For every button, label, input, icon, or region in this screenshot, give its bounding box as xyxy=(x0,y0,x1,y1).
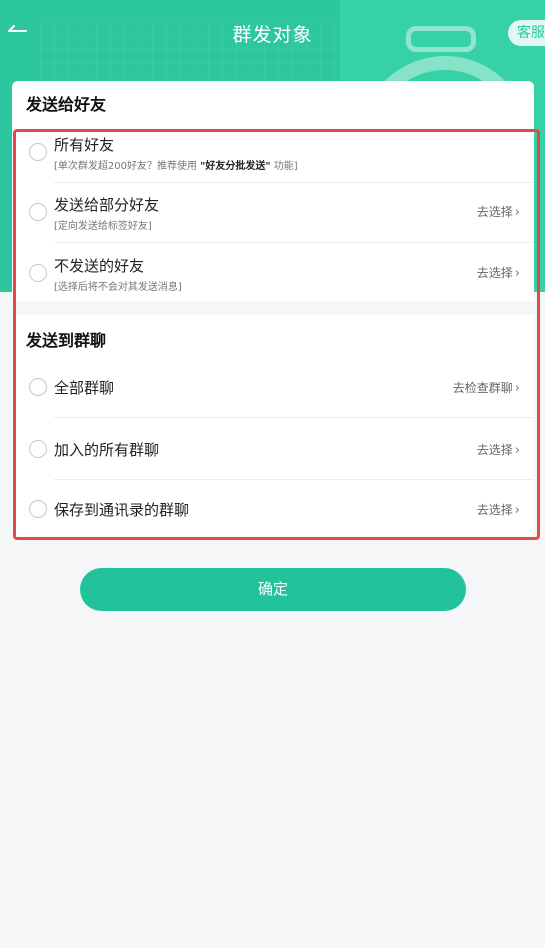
option-joined-groups[interactable]: 加入的所有群聊 去选择 › xyxy=(12,429,534,479)
option-subtitle: [单次群发超200好友？推荐使用 "好友分批发送" 功能] xyxy=(54,157,298,172)
option-saved-groups[interactable]: 保存到通讯录的群聊 去选择 › xyxy=(12,489,534,535)
option-title: 保存到通讯录的群聊 xyxy=(54,501,190,519)
check-groups-label: 去检查群聊 xyxy=(452,381,513,395)
friends-section-heading: 发送给好友 xyxy=(26,95,107,114)
select-action[interactable]: 去选择 › xyxy=(477,441,520,458)
option-subtitle: [定向发送给标签好友] xyxy=(54,221,152,232)
radio-button[interactable] xyxy=(29,143,47,161)
subtitle-text-end: 功能] xyxy=(270,161,298,172)
select-action[interactable]: 去选择 › xyxy=(477,264,520,281)
option-title: 不发送的好友 xyxy=(54,257,145,275)
section-gap xyxy=(12,301,534,315)
top-bar: 群发对象 客服 xyxy=(0,0,545,66)
select-action[interactable]: 去选择 › xyxy=(477,203,520,220)
chevron-right-icon: › xyxy=(514,503,520,518)
radio-button[interactable] xyxy=(29,500,47,518)
option-title: 发送给部分好友 xyxy=(54,196,160,214)
confirm-button[interactable]: 确定 xyxy=(80,568,466,611)
subtitle-text: [单次群发超200好友？推荐使用 xyxy=(54,161,201,172)
select-action-label: 去选择 xyxy=(476,266,513,280)
option-title: 加入的所有群聊 xyxy=(54,441,160,459)
select-action[interactable]: 去选择 › xyxy=(477,501,520,518)
select-action-label: 去选择 xyxy=(476,503,513,517)
radio-button[interactable] xyxy=(29,378,47,396)
select-action-label: 去选择 xyxy=(476,205,513,219)
option-all-groups[interactable]: 全部群聊 去检查群聊 › xyxy=(12,367,534,417)
target-selection-card: 发送给好友 所有好友 [单次群发超200好友？推荐使用 "好友分批发送" 功能]… xyxy=(12,81,534,537)
chevron-right-icon: › xyxy=(514,266,520,281)
customer-service-button[interactable]: 客服 xyxy=(508,20,545,46)
option-subtitle: [选择后将不会对其发送消息] xyxy=(54,282,182,293)
groups-section-heading: 发送到群聊 xyxy=(26,331,107,350)
radio-button[interactable] xyxy=(29,440,47,458)
chevron-right-icon: › xyxy=(514,443,520,458)
divider xyxy=(54,242,534,243)
batch-send-link[interactable]: "好友分批发送" xyxy=(200,161,270,172)
option-title: 全部群聊 xyxy=(54,379,115,397)
option-excluded-friends[interactable]: 不发送的好友 [选择后将不会对其发送消息] 去选择 › xyxy=(12,247,534,301)
option-title: 所有好友 xyxy=(54,136,115,154)
option-some-friends[interactable]: 发送给部分好友 [定向发送给标签好友] 去选择 › xyxy=(12,187,534,241)
option-all-friends[interactable]: 所有好友 [单次群发超200好友？推荐使用 "好友分批发送" 功能] xyxy=(12,131,534,183)
page-title: 群发对象 xyxy=(232,24,313,46)
check-groups-action[interactable]: 去检查群聊 › xyxy=(453,379,520,396)
radio-button[interactable] xyxy=(29,203,47,221)
radio-button[interactable] xyxy=(29,264,47,282)
divider xyxy=(54,479,534,480)
select-action-label: 去选择 xyxy=(476,443,513,457)
divider xyxy=(54,182,534,183)
chevron-right-icon: › xyxy=(514,205,520,220)
divider xyxy=(54,417,534,418)
chevron-right-icon: › xyxy=(514,381,520,396)
